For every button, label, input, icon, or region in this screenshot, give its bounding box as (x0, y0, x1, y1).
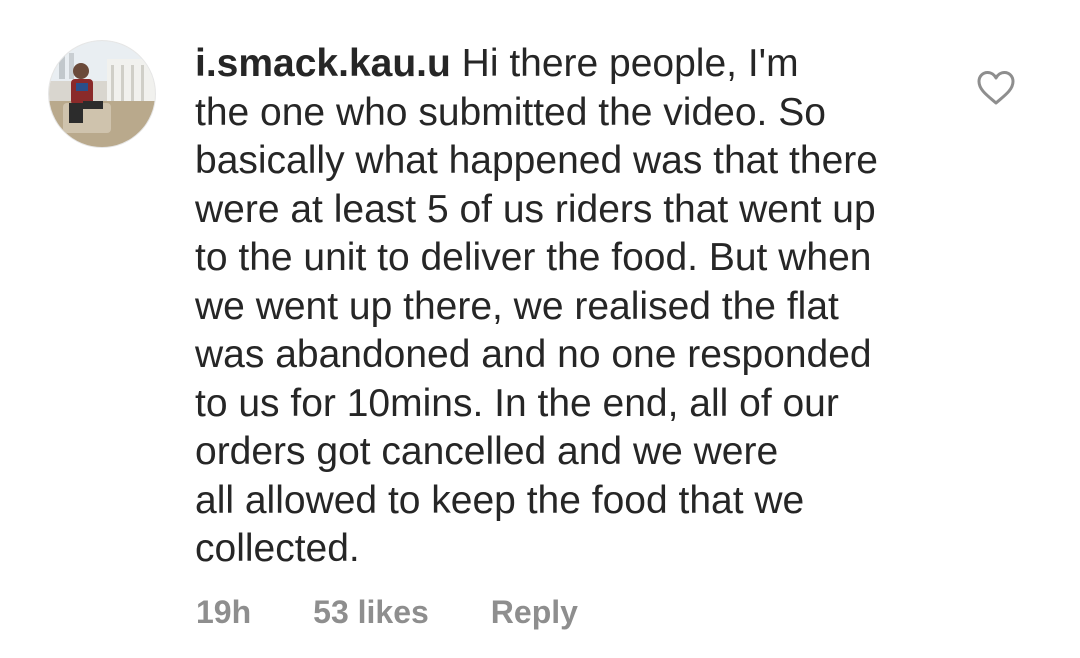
comment-line: basically what happened was that there (195, 139, 878, 182)
comment: i.smack.kau.u Hi there people, I'm the o… (0, 0, 1080, 658)
comment-line: to us for 10mins. In the end, all of our (195, 381, 839, 425)
comment-line: we went up there, we realised the flat (195, 284, 839, 328)
comment-line: all allowed to keep the food that we (195, 478, 805, 522)
like-button[interactable] (976, 70, 1016, 106)
comment-line: was abandoned and no one responded (195, 333, 872, 376)
comment-line: orders got cancelled and we were (195, 430, 779, 473)
comment-text: i.smack.kau.u Hi there people, I'm the o… (195, 40, 955, 574)
comment-line: collected. (195, 527, 360, 570)
comment-line: i.smack.kau.u Hi there people, I'm (195, 40, 955, 89)
reply-button[interactable]: Reply (491, 594, 578, 631)
comment-line: were at least 5 of us riders that went u… (195, 187, 876, 231)
comment-line: to the unit to deliver the food. But whe… (195, 236, 872, 279)
comment-line-text: Hi there people, I'm (461, 42, 799, 85)
timestamp: 19h (196, 594, 252, 630)
comment-line: the one who submitted the video. So (195, 90, 826, 134)
comment-meta: 19h 53 likes Reply (196, 594, 578, 631)
likes-count[interactable]: 53 likes (313, 594, 429, 631)
heart-outline-icon (977, 71, 1015, 105)
username-link[interactable]: i.smack.kau.u (195, 42, 451, 85)
avatar[interactable] (48, 40, 156, 148)
avatar-photo (49, 41, 155, 147)
